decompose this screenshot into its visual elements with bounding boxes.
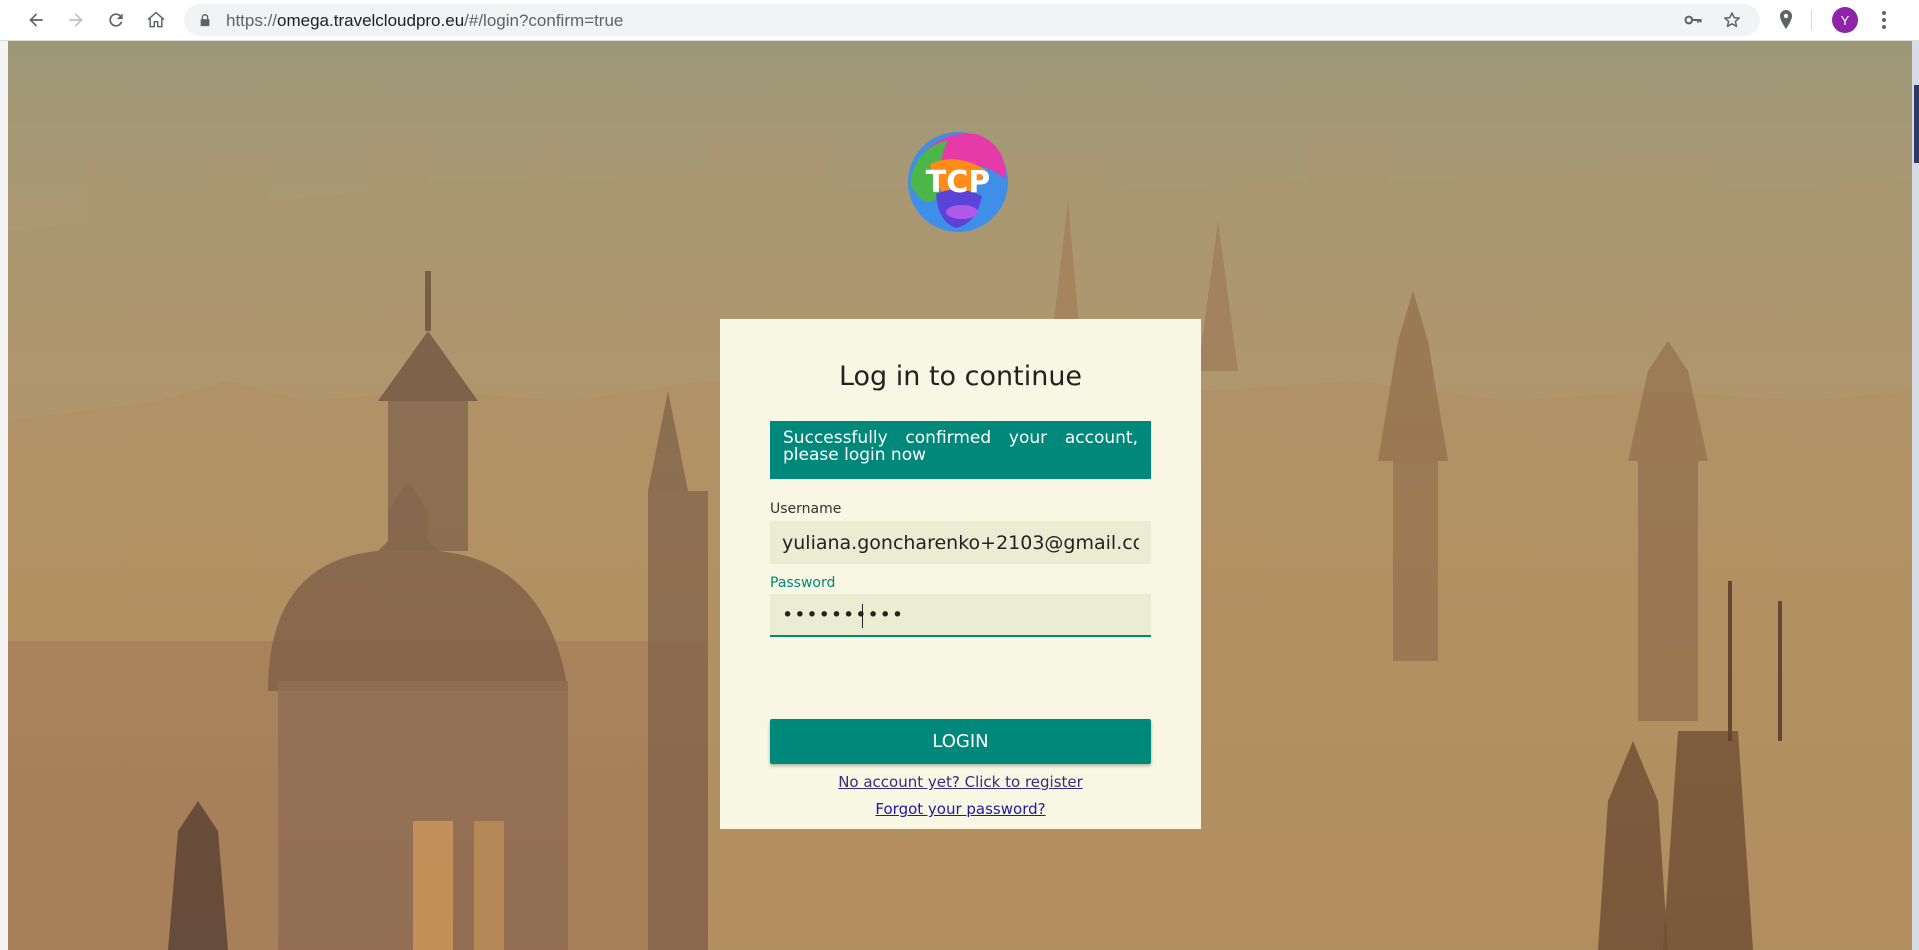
- window-right-edge: [1912, 41, 1919, 950]
- forgot-password-link[interactable]: Forgot your password?: [720, 800, 1201, 818]
- page-viewport: TCP Log in to continue Successfully conf…: [8, 41, 1912, 950]
- address-bar[interactable]: https://omega.travelcloudpro.eu/#/login?…: [184, 4, 1760, 36]
- logo-text: TCP: [926, 165, 990, 200]
- login-card: Log in to continue Successfully confirme…: [720, 319, 1201, 829]
- forward-button[interactable]: [62, 6, 90, 34]
- url-prefix: https://: [226, 11, 278, 30]
- home-icon: [147, 11, 165, 28]
- more-vert-icon[interactable]: [1872, 8, 1896, 32]
- page-title: Log in to continue: [838, 361, 1083, 392]
- username-label: Username: [770, 501, 842, 517]
- reload-icon: [109, 13, 123, 27]
- success-alert: Successfully confirmed your account, ple…: [770, 421, 1151, 479]
- background-window-sliver: [1914, 85, 1919, 163]
- window-left-edge: [0, 41, 8, 950]
- toolbar-separator: [1811, 10, 1812, 30]
- location-pin-icon[interactable]: [1774, 8, 1798, 32]
- star-icon[interactable]: [1722, 10, 1742, 30]
- home-button[interactable]: [142, 6, 170, 34]
- text-cursor: [862, 604, 863, 628]
- browser-toolbar: https://omega.travelcloudpro.eu/#/login?…: [0, 0, 1919, 41]
- tcp-logo: TCP: [908, 132, 1008, 232]
- username-field[interactable]: [770, 521, 1151, 564]
- key-icon[interactable]: [1682, 10, 1704, 30]
- url-host: omega.travelcloudpro.eu: [277, 11, 465, 30]
- reload-button[interactable]: [102, 6, 130, 34]
- password-label: Password: [770, 575, 836, 591]
- login-button[interactable]: LOGIN: [770, 719, 1151, 764]
- password-field[interactable]: [770, 594, 1151, 637]
- register-link[interactable]: No account yet? Click to register: [720, 773, 1201, 791]
- url-text: https://omega.travelcloudpro.eu/#/login?…: [226, 11, 623, 31]
- url-path: /#/login?confirm=true: [464, 11, 624, 30]
- back-button[interactable]: [22, 6, 50, 34]
- forward-arrow-icon: [69, 13, 83, 27]
- back-arrow-icon: [29, 13, 43, 27]
- lock-icon: [200, 14, 210, 27]
- profile-avatar[interactable]: Y: [1832, 7, 1858, 33]
